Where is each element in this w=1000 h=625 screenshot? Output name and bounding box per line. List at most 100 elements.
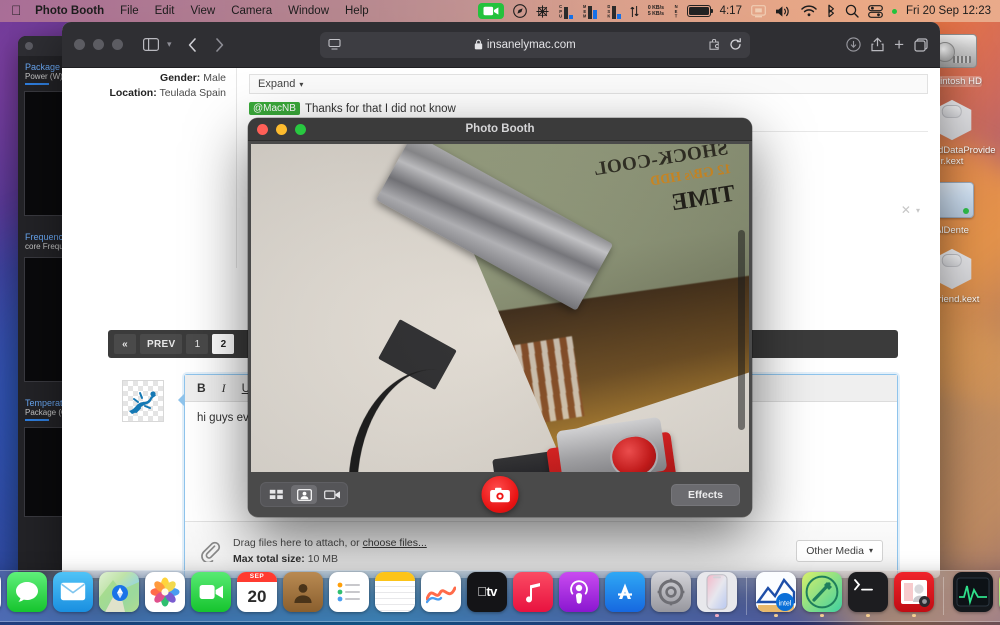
dock-item-podcasts[interactable] <box>558 571 600 618</box>
dock-item-freeform[interactable] <box>420 571 462 618</box>
network-arrows-icon[interactable] <box>630 5 639 18</box>
freeform-icon[interactable] <box>421 571 461 612</box>
dock-item-mail[interactable] <box>52 571 94 618</box>
menu-item-help[interactable]: Help <box>337 2 377 20</box>
dock-item-notes[interactable] <box>374 571 416 618</box>
bold-button[interactable]: B <box>197 381 206 395</box>
menu-item-photo-booth[interactable]: Photo Booth <box>27 2 112 20</box>
mention-badge[interactable]: @MacNB <box>249 102 300 115</box>
pagination-page-2[interactable]: 2 <box>212 334 235 354</box>
single-photo-icon[interactable] <box>291 485 317 504</box>
camera-preview[interactable]: SHOCK-COOL 12 GB/s HDD TIME <box>251 144 749 517</box>
photos-icon[interactable] <box>145 571 185 612</box>
iphone-mirroring-icon[interactable] <box>697 571 737 612</box>
calendar-icon[interactable]: SEP 20 <box>237 571 277 612</box>
screen-mirroring-icon[interactable] <box>751 4 766 18</box>
battery-icon[interactable] <box>686 5 713 17</box>
menu-bar-status-items[interactable]: CPU MEM DSK 0 KB/s 5 KB/s NET 4:17 Fri 2… <box>477 3 1000 19</box>
forward-chevron-icon[interactable] <box>215 37 224 52</box>
chevron-down-icon[interactable]: ▾ <box>167 39 172 50</box>
preview-scrollbar[interactable] <box>738 230 745 430</box>
back-chevron-icon[interactable] <box>188 37 197 52</box>
minimize-button[interactable] <box>93 39 104 50</box>
contacts-icon[interactable] <box>283 571 323 612</box>
movie-icon[interactable] <box>319 485 345 504</box>
dsk-monitor[interactable]: DSK <box>606 4 621 19</box>
menu-item-camera[interactable]: Camera <box>223 2 280 20</box>
wifi-icon[interactable] <box>801 5 817 17</box>
pagination-first-button[interactable]: « <box>114 334 136 354</box>
photo-booth-window[interactable]: Photo Booth SHOCK-COOL 12 GB/s HDD TIME <box>248 118 752 517</box>
dock-item-appletv[interactable]: tv <box>466 571 508 618</box>
chevron-down-icon[interactable]: ▾ <box>916 206 920 215</box>
music-icon[interactable] <box>513 571 553 612</box>
plus-icon[interactable]: + <box>894 36 904 53</box>
dock-item-photos[interactable] <box>144 571 186 618</box>
photo-booth-toolbar[interactable]: Effects <box>248 472 752 517</box>
extension-puzzle-icon[interactable] <box>709 38 723 51</box>
messages-icon[interactable] <box>7 571 47 612</box>
dock-item-calendar[interactable]: SEP 20 <box>236 571 278 618</box>
intel-power-gadget-icon[interactable]: intel <box>756 571 796 612</box>
maximize-button[interactable] <box>112 39 123 50</box>
facetime-icon[interactable] <box>191 571 231 612</box>
photo-booth-titlebar[interactable]: Photo Booth <box>248 118 752 141</box>
dock-item-maps[interactable] <box>98 571 140 618</box>
dock[interactable]: SEP 20 tv intel <box>0 570 1000 622</box>
speaker-icon[interactable] <box>775 5 792 18</box>
dock-item-iphone-mirroring[interactable] <box>696 571 738 617</box>
notes-icon[interactable] <box>375 571 415 612</box>
hackintool-icon[interactable] <box>802 571 842 612</box>
bluetooth-icon[interactable] <box>826 4 836 18</box>
downloads-icon[interactable] <box>846 37 861 52</box>
mem-monitor[interactable]: MEM <box>582 4 597 19</box>
expand-quote-toggle[interactable]: Expand ▾ <box>249 74 928 94</box>
photo-booth-icon[interactable] <box>894 571 934 612</box>
safari-toolbar[interactable]: ▾ insanelymac.com + <box>62 22 940 68</box>
url-display[interactable]: insanelymac.com <box>347 39 703 51</box>
avatar[interactable] <box>122 380 164 422</box>
control-center-icon[interactable] <box>868 4 883 18</box>
dock-item-reminders[interactable] <box>328 571 370 618</box>
menu-item-edit[interactable]: Edit <box>147 2 183 20</box>
close-notice-button[interactable]: ✕ ▾ <box>901 203 920 217</box>
choose-files-link[interactable]: choose files... <box>363 537 427 549</box>
dock-item-hackintool[interactable] <box>801 571 843 617</box>
menu-item-window[interactable]: Window <box>280 2 337 20</box>
net-monitor[interactable]: NET <box>673 4 678 19</box>
dock-item-appstore[interactable] <box>604 571 646 618</box>
italic-button[interactable]: I <box>222 381 226 396</box>
dock-item-facetime[interactable] <box>190 571 232 618</box>
podcasts-icon[interactable] <box>559 571 599 612</box>
capture-mode-group[interactable] <box>260 482 348 507</box>
search-icon[interactable] <box>845 4 859 18</box>
pagination-prev-button[interactable]: PREV <box>140 334 183 354</box>
menu-bar[interactable]:  Photo Booth File Edit View Camera Wind… <box>0 0 1000 22</box>
dock-item-contacts[interactable] <box>282 571 324 618</box>
dock-item-music[interactable] <box>512 571 554 618</box>
dock-item-messages[interactable] <box>6 571 48 618</box>
compass-icon[interactable] <box>512 4 527 18</box>
appletv-icon[interactable]: tv <box>467 571 507 612</box>
dock-item-intel-power-gadget[interactable]: intel <box>755 571 797 617</box>
dock-item-photo-booth[interactable] <box>893 571 935 617</box>
dock-item-safari[interactable] <box>0 571 2 618</box>
dock-item-activity-monitor[interactable] <box>952 571 994 618</box>
sidebar-toggle-icon[interactable] <box>143 38 159 51</box>
mail-icon[interactable] <box>53 571 93 612</box>
dock-item-terminal[interactable] <box>847 571 889 617</box>
address-bar[interactable]: insanelymac.com <box>319 31 750 58</box>
menu-item-view[interactable]: View <box>182 2 223 20</box>
four-up-grid-icon[interactable] <box>263 485 289 504</box>
activity-monitor-icon[interactable] <box>953 571 993 612</box>
effects-button[interactable]: Effects <box>670 483 740 506</box>
appstore-icon[interactable] <box>605 571 645 612</box>
tab-overview-icon[interactable] <box>914 37 928 52</box>
network-speed-readout[interactable]: 0 KB/s 5 KB/s <box>648 5 664 17</box>
safari-icon[interactable] <box>0 571 1 612</box>
window-traffic-lights[interactable] <box>74 39 123 50</box>
snowflake-icon[interactable] <box>535 4 549 18</box>
reader-view-icon[interactable] <box>328 38 341 51</box>
camera-shutter-button[interactable] <box>481 476 519 513</box>
gear-icon[interactable] <box>651 571 691 612</box>
